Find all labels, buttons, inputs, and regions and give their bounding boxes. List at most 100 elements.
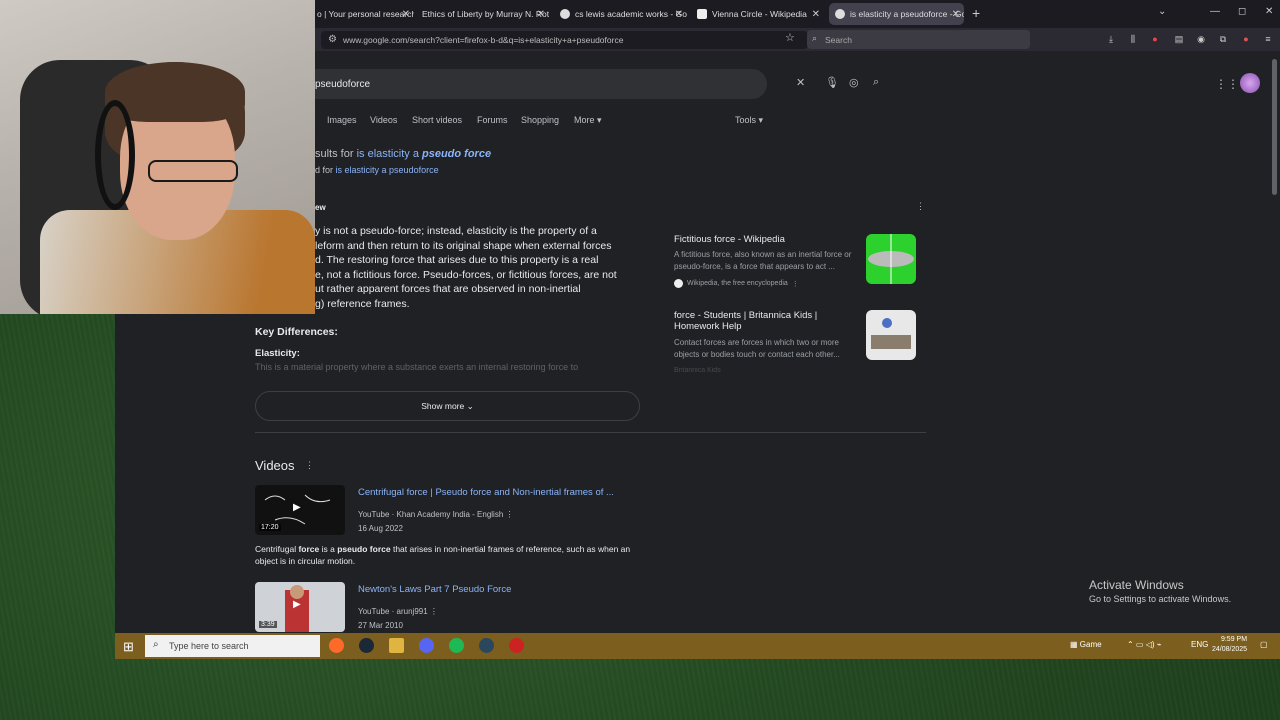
downloads-icon[interactable]: ⤓ <box>1105 33 1117 45</box>
filter-shopping[interactable]: Shopping <box>521 115 559 125</box>
ai-overview-line: d. The restoring force that arises due t… <box>315 254 599 266</box>
video-description: Centrifugal force is a pseudo force that… <box>255 544 631 566</box>
language-indicator[interactable]: ENG <box>1191 640 1208 649</box>
video-source: YouTube · arunj991 ⋮ <box>358 607 438 616</box>
microphone-icon[interactable]: 🎙 <box>825 76 839 89</box>
steam-icon[interactable] <box>359 638 374 653</box>
address-bar[interactable]: ⚙ www.google.com/search?client=firefox-b… <box>321 31 808 49</box>
wikipedia-favicon-icon <box>674 279 683 288</box>
maximize-icon[interactable]: ◻ <box>1238 6 1246 17</box>
show-more-button[interactable]: Show more ⌄ <box>255 391 640 421</box>
file-explorer-icon[interactable] <box>389 638 404 653</box>
lens-icon[interactable]: ◎ <box>849 76 859 89</box>
video-date: 16 Aug 2022 <box>358 524 403 533</box>
more-options-icon[interactable]: ⋮ <box>430 607 438 616</box>
activate-windows-watermark: Activate Windows Go to Settings to activ… <box>1089 578 1232 604</box>
search-icon[interactable]: ⌕ <box>873 76 879 89</box>
clock[interactable]: 9:59 PM 24/08/2025 <box>1212 635 1247 655</box>
browser-search-box[interactable]: ⌕ Search <box>807 30 1030 49</box>
tab-cs-lewis[interactable]: cs lewis academic works - Goo ✕ <box>554 3 687 25</box>
tab-ethics-of-liberty[interactable]: Ethics of Liberty by Murray N. Roth ✕ <box>416 3 549 25</box>
wikipedia-favicon-icon <box>697 9 707 19</box>
tab-list-chevron-icon[interactable]: ⌄ <box>1158 6 1166 17</box>
showing-results-line: sults for is elasticity a pseudo force <box>315 148 492 160</box>
tray-icons[interactable]: ⌃ ▭ ◁) ⌁ <box>1127 640 1162 649</box>
menu-icon[interactable]: ≡ <box>1262 33 1274 45</box>
avatar[interactable] <box>1240 73 1260 93</box>
account-icon[interactable]: ◉ <box>1195 33 1207 45</box>
source-site: Britannica Kids <box>674 367 721 374</box>
filter-images[interactable]: Images <box>327 115 357 125</box>
game-mode-indicator[interactable]: ▦ Game <box>1070 640 1102 649</box>
filter-forums[interactable]: Forums <box>477 115 508 125</box>
taskbar: ⊞ ⌕ Type here to search ▦ Game ⌃ ▭ ◁) ⌁ … <box>115 633 1280 659</box>
google-favicon-icon <box>835 9 845 19</box>
divider <box>255 432 926 433</box>
obs-icon[interactable] <box>509 638 524 653</box>
video-date: 27 Mar 2010 <box>358 621 403 630</box>
more-options-icon[interactable]: ⋮ <box>305 460 314 471</box>
video-title-link[interactable]: Centrifugal force | Pseudo force and Non… <box>358 487 614 498</box>
clear-icon[interactable]: ✕ <box>796 76 805 89</box>
video-duration: 17:20 <box>259 524 281 531</box>
tab-research[interactable]: o | Your personal research ✕ <box>311 3 414 25</box>
ai-overview-line: y is not a pseudo-force; instead, elasti… <box>315 225 597 237</box>
search-instead-line: d for is elasticity a pseudoforce <box>315 165 439 175</box>
close-icon[interactable]: ✕ <box>952 9 960 20</box>
filter-more[interactable]: More ▾ <box>574 115 602 126</box>
source-site: Wikipedia, the free encyclopedia ⋮ <box>674 279 799 288</box>
google-search-input[interactable]: pseudoforce ✕ 🎙 ◎ ⌕ <box>245 69 879 99</box>
close-icon[interactable]: ✕ <box>537 9 545 20</box>
filter-short-videos[interactable]: Short videos <box>412 115 462 125</box>
spotify-icon[interactable] <box>449 638 464 653</box>
firefox-icon[interactable] <box>329 638 344 653</box>
tab-vienna-circle[interactable]: Vienna Circle - Wikipedia ✕ <box>691 3 824 25</box>
source-thumbnail[interactable] <box>866 234 916 284</box>
video-thumbnail[interactable]: ▶ 3:39 <box>255 582 345 632</box>
elasticity-subheading: Elasticity: <box>255 348 300 359</box>
search-icon: ⌕ <box>153 639 159 650</box>
taskbar-search-input[interactable]: ⌕ Type here to search <box>145 635 320 657</box>
notifications-icon[interactable]: ▢ <box>1260 640 1268 649</box>
chevron-down-icon: ⌄ <box>466 400 474 411</box>
google-apps-icon[interactable]: ⋮⋮ <box>1215 77 1239 91</box>
video-thumbnail[interactable]: ▶ 17:20 <box>255 485 345 535</box>
windows-start-icon[interactable]: ⊞ <box>123 639 134 655</box>
videos-heading: Videos <box>255 458 295 473</box>
video-duration: 3:39 <box>259 621 277 628</box>
close-icon[interactable]: ✕ <box>675 9 683 20</box>
new-tab-button[interactable]: + <box>972 5 980 21</box>
play-icon: ▶ <box>293 502 301 513</box>
close-window-icon[interactable]: ✕ <box>1265 6 1273 17</box>
source-title-link[interactable]: force - Students | Britannica Kids | Hom… <box>674 310 854 332</box>
tools-button[interactable]: Tools ▾ <box>735 115 763 126</box>
sidebar-icon[interactable]: ▤ <box>1173 33 1185 45</box>
extension-icon[interactable]: ● <box>1240 33 1252 45</box>
more-options-icon[interactable]: ⋮ <box>792 280 799 288</box>
ai-overview-line: ut rather apparent forces that are obser… <box>315 283 581 295</box>
tune-icon[interactable]: ⚙ <box>328 34 337 45</box>
source-title-link[interactable]: Fictitious force - Wikipedia <box>674 234 854 245</box>
search-icon: ⌕ <box>812 33 818 43</box>
more-options-icon[interactable]: ⋮ <box>916 201 925 212</box>
adblock-icon[interactable]: ● <box>1149 33 1161 45</box>
page-scrollbar[interactable] <box>1272 59 1277 195</box>
library-icon[interactable]: ⫼ <box>1127 33 1139 45</box>
minimize-icon[interactable]: — <box>1210 6 1220 17</box>
video-title-link[interactable]: Newton's Laws Part 7 Pseudo Force <box>358 584 511 595</box>
video-source: YouTube · Khan Academy India - English ⋮ <box>358 510 514 519</box>
faded-preview-text: This is a material property where a subs… <box>255 362 579 372</box>
source-thumbnail[interactable] <box>866 310 916 360</box>
ai-overview-line: g) reference frames. <box>315 298 410 310</box>
close-icon[interactable]: ✕ <box>812 9 820 20</box>
more-options-icon[interactable]: ⋮ <box>506 510 514 519</box>
close-icon[interactable]: ✕ <box>402 9 410 20</box>
filter-videos[interactable]: Videos <box>370 115 397 125</box>
steam-running-icon[interactable] <box>479 638 494 653</box>
original-query-link[interactable]: is elasticity a pseudoforce <box>336 165 439 175</box>
tab-elasticity[interactable]: is elasticity a pseudoforce - Go ✕ <box>829 3 964 25</box>
bookmark-star-icon[interactable]: ☆ <box>785 31 795 44</box>
discord-icon[interactable] <box>419 638 434 653</box>
extensions-icon[interactable]: ⧉ <box>1217 33 1229 45</box>
corrected-query-link[interactable]: is elasticity a pseudo force <box>357 148 492 160</box>
